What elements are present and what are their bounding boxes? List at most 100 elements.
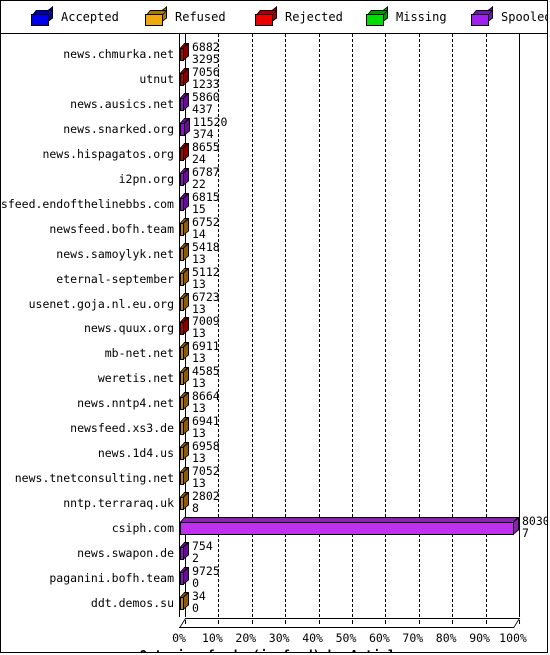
bar — [180, 591, 189, 610]
bar-value-bottom: 1233 — [192, 76, 220, 91]
bar-segment-refused — [181, 273, 183, 285]
bar-value-bottom: 13 — [192, 476, 206, 491]
bar-front-face — [180, 197, 184, 211]
bar-value-bottom: 15 — [192, 201, 206, 216]
bar — [180, 342, 189, 361]
legend-item-label: Missing — [396, 10, 447, 24]
bar-segment-refused — [181, 448, 183, 460]
x-tick-mark — [485, 619, 487, 624]
bar-segment-spooled — [181, 98, 183, 110]
bar — [180, 492, 189, 511]
bar-front-face — [180, 497, 184, 511]
y-axis-label: mb-net.net — [104, 346, 174, 361]
bar — [180, 67, 189, 86]
legend-item-label: Spooled — [501, 10, 548, 24]
bar-value-bottom: 24 — [192, 151, 206, 166]
x-tick-mark — [218, 619, 220, 624]
x-tick-mark — [285, 619, 287, 624]
x-axis-line — [179, 626, 514, 628]
bar-value-bottom: 13 — [192, 451, 206, 466]
bar-front-face — [180, 547, 184, 560]
y-axis-label: csiph.com — [111, 521, 174, 536]
y-axis-label: news.nntp4.net — [77, 396, 174, 411]
bar-segment-refused — [181, 473, 183, 485]
chart-legend: Accepted Refused Rejected Missing Spooled — [1, 1, 548, 34]
bar — [180, 42, 189, 61]
bar-value-bottom: 13 — [192, 376, 206, 391]
plot-area: 0% 10% 20% 30% 40% 50% 60% 70% 80% 90% 100% news.ch… — [1, 34, 547, 652]
y-axis-label: newsfeed.xs3.de — [70, 421, 174, 436]
y-axis-label: news.ausics.net — [70, 96, 174, 111]
bar-value-bottom: 22 — [192, 176, 206, 191]
bar-front-face — [180, 472, 184, 486]
bar-segment-spooled — [181, 572, 184, 584]
bar-value-bottom: 13 — [192, 276, 206, 291]
bar-segment-refused — [181, 248, 183, 260]
bar-value-bottom: 14 — [192, 226, 206, 241]
bar-value-bottom: 13 — [192, 301, 206, 316]
y-axis-label: news.snarked.org — [63, 121, 174, 136]
bar-front-face — [180, 272, 184, 286]
y-axis-label: news.samoylyk.net — [56, 246, 174, 261]
bar-value-bottom: 13 — [192, 326, 206, 341]
bar-segment-rejected — [181, 323, 183, 335]
bar-front-face — [180, 571, 185, 585]
bar-front-face — [180, 422, 184, 436]
y-axis-label: i2pn.org — [118, 171, 174, 186]
y-axis-label: news.chmurka.net — [63, 47, 174, 61]
y-axis-label: news.1d4.us — [97, 446, 174, 461]
bar-front-face — [180, 322, 184, 336]
bar-value-bottom: 13 — [192, 251, 206, 266]
legend-item-label: Refused — [175, 10, 226, 24]
bar-front-face — [180, 522, 514, 536]
bar — [180, 467, 189, 486]
y-axis-label: eternal-september — [56, 271, 174, 286]
bar — [180, 442, 189, 461]
bar-front-face — [180, 222, 184, 236]
legend-item-label: Accepted — [61, 10, 119, 24]
y-axis-label: newsfeed.bofh.team — [49, 221, 174, 236]
y-axis-label: news.tnetconsulting.net — [14, 471, 174, 486]
bar-segment-rejected — [181, 49, 183, 60]
bar-front-face — [180, 297, 184, 311]
x-tick-mark — [251, 619, 253, 624]
bar-front-face — [180, 447, 184, 461]
bar — [180, 142, 189, 161]
bar-front-face — [180, 48, 184, 61]
bar-value-bottom: 3295 — [192, 52, 220, 66]
bar-front-face — [180, 147, 184, 161]
y-axis-label: nntp.terraraq.uk — [63, 496, 174, 511]
bar — [180, 92, 189, 111]
bar — [180, 317, 189, 336]
bar-segment-refused — [181, 498, 183, 510]
cube-icon — [366, 6, 389, 26]
bar-segment-spooled — [181, 123, 184, 135]
x-tick-label: 100% — [499, 630, 527, 645]
bar-segment-spooled — [181, 523, 513, 535]
bar-front-face — [180, 122, 185, 136]
bar-segment-rejected — [181, 73, 183, 85]
bar-front-face — [180, 596, 184, 610]
bar-segment-refused — [181, 597, 183, 609]
bar — [180, 417, 189, 436]
bar-front-face — [180, 397, 184, 411]
bar-segment-rejected — [181, 148, 183, 160]
x-tick-mark — [519, 619, 520, 624]
cube-icon — [471, 6, 494, 26]
bar-value-bottom: 8 — [192, 501, 199, 516]
bar — [180, 242, 189, 261]
bar-value-bottom: 2 — [192, 551, 199, 565]
bar — [180, 392, 189, 411]
x-axis-back-line — [185, 617, 520, 619]
bar-value-bottom: 13 — [192, 401, 206, 416]
x-tick-mark — [452, 619, 454, 624]
bar-value-bottom: 0 — [192, 575, 199, 590]
bar-value-bottom: 0 — [192, 600, 199, 615]
y-axis-label: news.hispagatos.org — [42, 146, 174, 161]
bar — [180, 117, 190, 136]
bar-segment-refused — [181, 398, 183, 410]
x-tick-mark — [418, 619, 420, 624]
bar-front-face — [180, 347, 184, 361]
bar — [180, 292, 189, 311]
chart-container: Accepted Refused Rejected Missing Spooled 0%… — [0, 0, 548, 653]
